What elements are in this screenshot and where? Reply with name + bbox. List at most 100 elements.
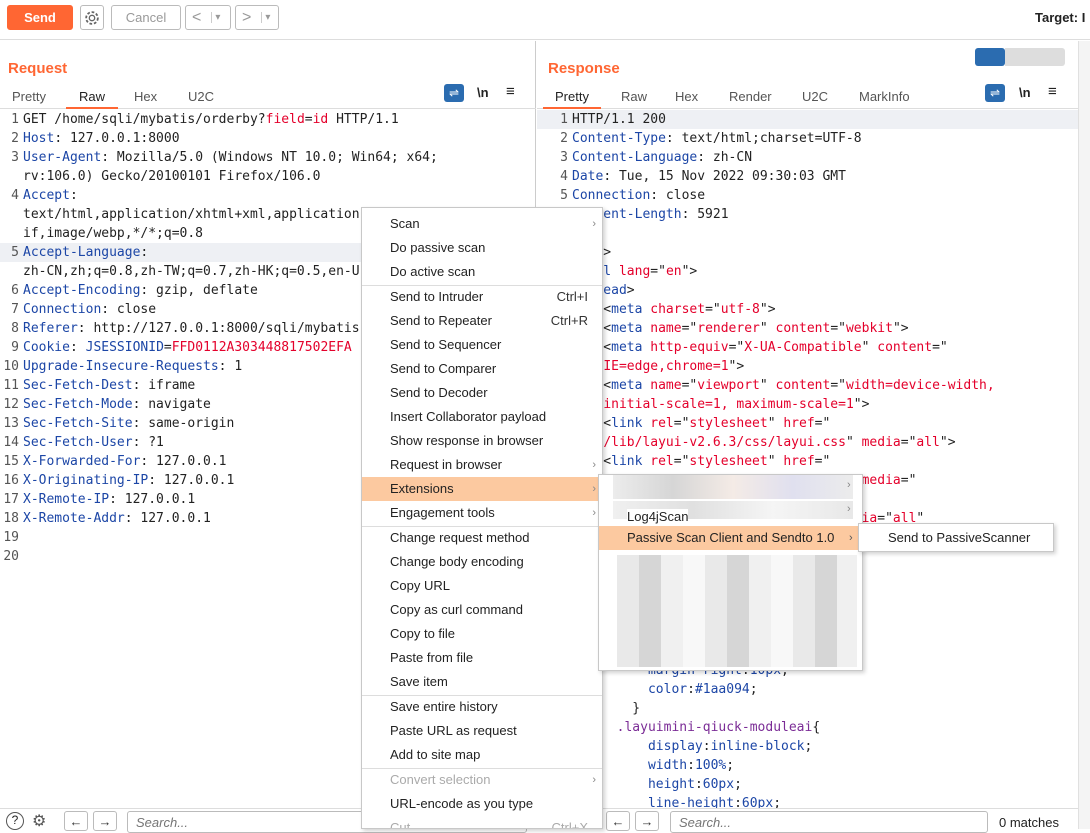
response-pane: Response Pretty Raw Hex Render U2C MarkI… — [537, 41, 1078, 829]
menu-item-label: Copy as curl command — [390, 602, 523, 617]
menu-item-insert-collaborator-payload[interactable]: Insert Collaborator payload — [362, 405, 602, 429]
response-tab-render[interactable]: Render — [729, 87, 772, 109]
menu-item-show-response-in-browser[interactable]: Show response in browser — [362, 429, 602, 453]
request-tab-hex[interactable]: Hex — [134, 87, 157, 109]
response-search-input[interactable] — [670, 811, 988, 833]
send-button[interactable]: Send — [7, 5, 73, 30]
line-number: 16 — [3, 473, 19, 488]
menu-item-send-to-repeater[interactable]: Send to Repeater Ctrl+R — [362, 309, 602, 333]
menu-item-paste-url-as-request[interactable]: Paste URL as request — [362, 719, 602, 743]
menu-item-label: Save item — [390, 674, 448, 689]
response-editor[interactable]: 1 HTTP/1.1 200 2 Content-Type: text/html;ch… — [537, 110, 1078, 810]
menu-item-copy-as-curl-command[interactable]: Copy as curl command — [362, 598, 602, 622]
menu-item-label: Change request method — [390, 530, 530, 545]
menu-item-do-active-scan[interactable]: Do active scan — [362, 260, 602, 284]
menu-item-convert-selection: Convert selection › — [362, 768, 602, 792]
code-line: 7 — [537, 224, 1078, 243]
response-tab-u2c[interactable]: U2C — [802, 87, 828, 109]
line-number: 2 — [560, 131, 568, 146]
forward-button[interactable]: > ▾ — [235, 5, 279, 30]
blurred-extension-item[interactable]: Log4jScan › — [599, 499, 862, 524]
code-line: rv:106.0) Gecko/20100101 Firefox/106.0 — [0, 167, 535, 186]
back-dropdown-icon[interactable]: ▾ — [211, 12, 220, 23]
menu-item-do-passive-scan[interactable]: Do passive scan — [362, 236, 602, 260]
menu-item-change-body-encoding[interactable]: Change body encoding — [362, 550, 602, 574]
cancel-button[interactable]: Cancel — [111, 5, 181, 30]
request-menu-icon[interactable]: ≡ — [506, 83, 515, 100]
menu-item-label: Add to site map — [390, 747, 481, 762]
response-newline-toggle[interactable]: \n — [1019, 85, 1031, 100]
line-text: Cookie: JSESSIONID=FFD0112A303448817502E… — [23, 340, 352, 355]
menu-item-send-to-intruder[interactable]: Send to Intruder Ctrl+I — [362, 285, 602, 309]
menu-item-copy-to-file[interactable]: Copy to file — [362, 622, 602, 646]
context-menu: Scan › Do passive scan Do active scan Send t… — [361, 207, 603, 829]
code-line: 8html> — [537, 243, 1078, 262]
menu-item-label: Engagement tools — [390, 505, 495, 520]
response-wrap-icon[interactable]: ⇌ — [985, 84, 1005, 102]
line-text: } — [601, 701, 641, 716]
line-number: 1 — [11, 112, 19, 127]
extensions-submenu: › Log4jScan › Passive Scan Client and Se… — [598, 474, 863, 671]
search-next-button[interactable]: → — [93, 811, 117, 831]
right-scrollbar[interactable] — [1078, 41, 1090, 829]
menu-item-label: Copy to file — [390, 626, 456, 641]
line-text: color:#1aa094; — [647, 682, 758, 697]
line-text: height:60px; — [647, 777, 742, 792]
request-tab-u2c[interactable]: U2C — [188, 87, 214, 109]
search-settings-icon[interactable]: ⚙ — [32, 811, 46, 831]
line-text: X-Forwarded-For: 127.0.0.1 — [23, 454, 227, 469]
menu-item-change-request-method[interactable]: Change request method — [362, 526, 602, 550]
send-to-passive-scanner-item[interactable]: Send to PassiveScanner — [859, 526, 1055, 550]
menu-item-send-to-sequencer[interactable]: Send to Sequencer — [362, 333, 602, 357]
menu-item-label: Save entire history — [390, 699, 498, 714]
line-text: if,image/webp,*/*;q=0.8 — [23, 226, 204, 241]
blurred-extension-item[interactable]: › — [599, 475, 862, 499]
extension-item-passive-scan-client[interactable]: Passive Scan Client and Sendto 1.0 › — [599, 526, 862, 550]
request-wrap-icon[interactable]: ⇌ — [444, 84, 464, 102]
line-text: Upgrade-Insecure-Requests: 1 — [23, 359, 243, 374]
back-button[interactable]: < ▾ — [185, 5, 231, 30]
menu-item-label: Change body encoding — [390, 554, 524, 569]
help-icon[interactable]: ? — [6, 812, 24, 830]
line-number: 5 — [560, 188, 568, 203]
menu-item-shortcut: Ctrl+X — [551, 820, 588, 829]
menu-item-send-to-comparer[interactable]: Send to Comparer — [362, 357, 602, 381]
menu-item-request-in-browser[interactable]: Request in browser › — [362, 453, 602, 477]
line-number: 13 — [3, 416, 19, 431]
menu-item-add-to-site-map[interactable]: Add to site map — [362, 743, 602, 767]
menu-item-save-item[interactable]: Save item — [362, 670, 602, 694]
menu-item-url-encode-as-you-type[interactable]: URL-encode as you type — [362, 792, 602, 816]
response-menu-icon[interactable]: ≡ — [1048, 83, 1057, 100]
menu-item-label: URL-encode as you type — [390, 796, 534, 811]
search-prev-button[interactable]: ← — [64, 811, 88, 831]
code-line: 5 Connection: close — [537, 186, 1078, 205]
code-line: IE=edge,chrome=1"> — [537, 357, 1078, 376]
line-text: Content-Language: zh-CN — [572, 150, 753, 165]
response-tab-markinfo[interactable]: MarkInfo — [859, 87, 910, 109]
forward-dropdown-icon[interactable]: ▾ — [261, 12, 270, 23]
forward-arrow-icon: > — [242, 8, 252, 26]
settings-icon[interactable] — [80, 5, 104, 30]
menu-item-scan[interactable]: Scan › — [362, 212, 602, 236]
menu-item-extensions[interactable]: Extensions › — [362, 477, 602, 501]
menu-item-save-entire-history[interactable]: Save entire history — [362, 695, 602, 719]
request-newline-toggle[interactable]: \n — [477, 85, 489, 100]
line-number: 20 — [3, 549, 19, 564]
response-search-next-button[interactable]: → — [635, 811, 659, 831]
line-number: 5 — [11, 245, 19, 260]
line-text: text/html,application/xhtml+xml,applicat… — [23, 207, 360, 222]
menu-item-engagement-tools[interactable]: Engagement tools › — [362, 501, 602, 525]
menu-item-label: Extensions — [390, 481, 454, 496]
response-tab-raw[interactable]: Raw — [621, 87, 647, 109]
line-text: <link rel="stylesheet" href=" — [603, 454, 831, 469]
code-line: 2 Host: 127.0.0.1:8000 — [0, 129, 535, 148]
menu-item-copy-url[interactable]: Copy URL — [362, 574, 602, 598]
request-tab-pretty[interactable]: Pretty — [12, 87, 46, 109]
response-search-prev-button[interactable]: ← — [606, 811, 630, 831]
request-tab-raw[interactable]: Raw — [66, 87, 118, 109]
response-tab-hex[interactable]: Hex — [675, 87, 698, 109]
menu-item-send-to-decoder[interactable]: Send to Decoder — [362, 381, 602, 405]
menu-item-paste-from-file[interactable]: Paste from file — [362, 646, 602, 670]
response-tab-pretty[interactable]: Pretty — [543, 87, 601, 109]
menu-item-label: Show response in browser — [390, 433, 544, 448]
